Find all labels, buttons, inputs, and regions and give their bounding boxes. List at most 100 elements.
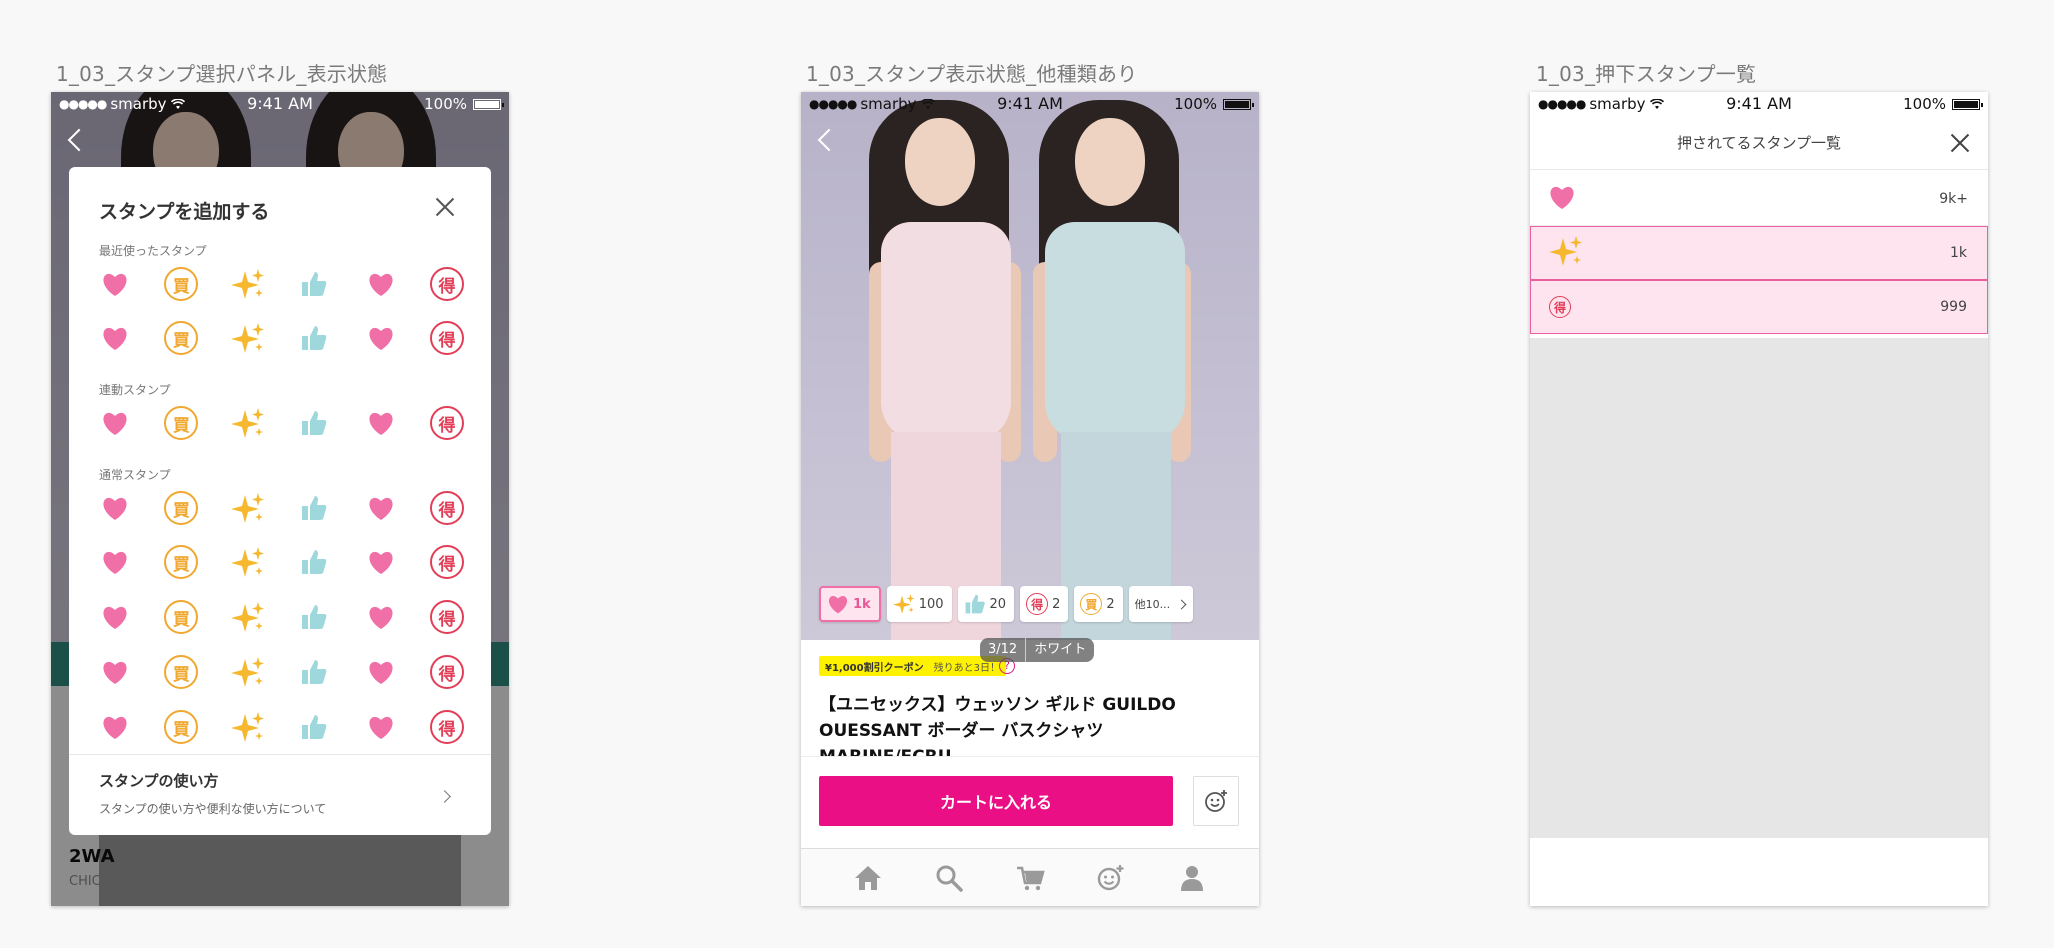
heart-stamp-button[interactable]: [95, 403, 135, 443]
heart-stamp-button[interactable]: [361, 542, 401, 582]
sparkle-stamp-button[interactable]: [228, 652, 268, 692]
heart-stamp-button[interactable]: [95, 707, 135, 747]
page-title: 押されてるスタンプ一覧: [1676, 134, 1842, 152]
close-icon[interactable]: [1950, 133, 1970, 153]
buy-stamp-button[interactable]: 買: [161, 264, 201, 304]
battery-icon: [473, 98, 504, 110]
stamp-count-row-sparkle[interactable]: 1k: [1530, 226, 1988, 280]
stamp-icon[interactable]: [1095, 862, 1127, 894]
battery-icon: [1952, 98, 1983, 110]
sparkle-stamp-button[interactable]: [228, 318, 268, 358]
buy-stamp-button[interactable]: 買: [161, 707, 201, 747]
heart-stamp-button[interactable]: [361, 264, 401, 304]
thumbs-up-stamp-button[interactable]: [294, 318, 334, 358]
row-stamp-icon: [1548, 184, 1576, 214]
heart-stamp-button[interactable]: [95, 488, 135, 528]
heart-icon: [828, 596, 848, 614]
stamp-count-row-heart[interactable]: 9k+: [1530, 172, 1988, 226]
toku-stamp-button[interactable]: 得: [427, 652, 467, 692]
stamp-count-row-toku[interactable]: 得 999: [1530, 280, 1988, 334]
reaction-chip-thumbs-up[interactable]: 20: [957, 586, 1015, 622]
section-label-normal: 通常スタンプ: [99, 468, 171, 482]
toku-stamp-button[interactable]: 得: [427, 264, 467, 304]
section-label-recent: 最近使ったスタンプ: [99, 244, 207, 258]
heart-stamp-button[interactable]: [95, 264, 135, 304]
heart-stamp-button[interactable]: [361, 707, 401, 747]
toku-stamp-button[interactable]: 得: [427, 597, 467, 637]
reaction-count: 20: [989, 596, 1007, 612]
toku-stamp-button[interactable]: 得: [427, 318, 467, 358]
user-icon[interactable]: [1176, 862, 1208, 894]
thumbs-up-icon: [302, 660, 327, 684]
sparkle-stamp-button[interactable]: [228, 403, 268, 443]
reaction-chip-sparkle[interactable]: 100: [886, 586, 952, 622]
heart-stamp-button[interactable]: [95, 597, 135, 637]
heart-stamp-button[interactable]: [361, 652, 401, 692]
buy-stamp-button[interactable]: 買: [161, 403, 201, 443]
buy-stamp-button[interactable]: 買: [161, 318, 201, 358]
sparkle-icon: [230, 269, 264, 299]
add-to-cart-button[interactable]: カートに入れる: [819, 776, 1173, 826]
reaction-chip-toku[interactable]: 得2: [1020, 586, 1069, 622]
heart-stamp-button[interactable]: [361, 403, 401, 443]
heart-stamp-button[interactable]: [361, 318, 401, 358]
toku-stamp-button[interactable]: 得: [427, 542, 467, 582]
thumbs-up-stamp-button[interactable]: [294, 488, 334, 528]
buy-stamp-button[interactable]: 買: [161, 542, 201, 582]
stamp-row-normal-2: 買得: [95, 542, 467, 582]
toku-stamp-icon: 得: [429, 710, 464, 744]
buy-stamp-button[interactable]: 買: [161, 488, 201, 528]
toku-stamp-button[interactable]: 得: [427, 403, 467, 443]
reaction-chip-heart[interactable]: 1k: [819, 586, 881, 622]
reaction-more-button[interactable]: 他10...: [1128, 586, 1194, 622]
heart-stamp-button[interactable]: [95, 542, 135, 582]
chevron-right-icon: [1176, 599, 1187, 609]
buy-stamp-icon: 買: [164, 545, 199, 579]
toku-stamp-button[interactable]: 得: [427, 488, 467, 528]
reaction-chip-buy[interactable]: 買2: [1074, 586, 1123, 622]
search-icon[interactable]: [933, 862, 965, 894]
buy-stamp-button[interactable]: 買: [161, 652, 201, 692]
thumbs-up-stamp-button[interactable]: [294, 264, 334, 304]
header: 押されてるスタンプ一覧: [1530, 116, 1988, 170]
toku-stamp-icon: 得: [429, 545, 464, 579]
sparkle-stamp-button[interactable]: [228, 264, 268, 304]
sparkle-stamp-button[interactable]: [228, 488, 268, 528]
heart-icon: [103, 273, 127, 296]
coupon-badge[interactable]: ¥1,000割引クーポン 残りあと3日！: [819, 656, 1006, 676]
status-bar: ●●●●● smarby 9:41 AM 100%: [51, 92, 509, 116]
add-stamp-button[interactable]: [1193, 776, 1239, 826]
stamp-count: 1k: [1949, 245, 1967, 261]
sparkle-stamp-button[interactable]: [228, 597, 268, 637]
thumbs-up-stamp-button[interactable]: [294, 652, 334, 692]
thumbs-up-stamp-button[interactable]: [294, 707, 334, 747]
sparkle-stamp-button[interactable]: [228, 707, 268, 747]
canvas: 1_03_スタンプ選択パネル_表示状態 1_03_スタンプ表示状態_他種類あり …: [0, 0, 2054, 948]
reaction-icon-wrap: [964, 593, 986, 615]
stamp-row-linked: 買得: [95, 403, 467, 443]
buy-stamp-icon: 買: [164, 491, 199, 525]
thumbs-up-stamp-button[interactable]: [294, 597, 334, 637]
buy-stamp-button[interactable]: 買: [161, 597, 201, 637]
sparkle-stamp-button[interactable]: [228, 542, 268, 582]
heart-icon: [1550, 186, 1574, 209]
heart-icon: [369, 551, 393, 574]
close-icon[interactable]: [435, 197, 455, 217]
thumbs-up-stamp-button[interactable]: [294, 542, 334, 582]
cart-icon[interactable]: [1014, 862, 1046, 894]
heart-icon: [369, 327, 393, 350]
reaction-count: 2: [1106, 596, 1115, 612]
stamp-row-normal-1: 買得: [95, 488, 467, 528]
screen-caption-2: 1_03_スタンプ表示状態_他種類あり: [806, 62, 1138, 86]
heart-stamp-button[interactable]: [361, 488, 401, 528]
product-photo[interactable]: [801, 92, 1259, 640]
toku-stamp-button[interactable]: 得: [427, 707, 467, 747]
heart-stamp-button[interactable]: [361, 597, 401, 637]
stamp-count-list: 9k+ 1k 得 999: [1530, 172, 1988, 334]
heart-icon: [103, 716, 127, 739]
heart-stamp-button[interactable]: [95, 652, 135, 692]
heart-stamp-button[interactable]: [95, 318, 135, 358]
stamp-row-normal-4: 買得: [95, 652, 467, 692]
home-icon[interactable]: [852, 862, 884, 894]
thumbs-up-stamp-button[interactable]: [294, 403, 334, 443]
